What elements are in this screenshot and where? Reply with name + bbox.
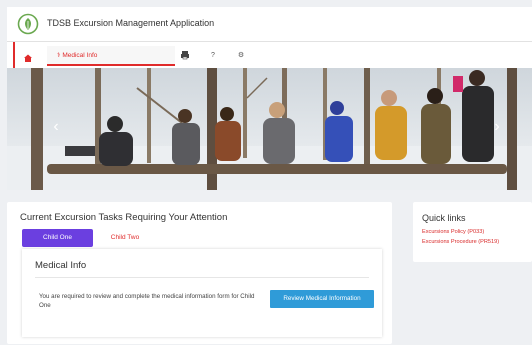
tab-child-one[interactable]: Child One [22,229,93,247]
navbar-accent-bar [13,42,15,70]
app-header: TDSB Excursion Management Application [7,7,532,42]
home-icon[interactable] [23,50,33,62]
chevron-right-icon[interactable]: › [488,118,506,136]
tasks-title: Current Excursion Tasks Requiring Your A… [20,212,228,223]
quick-link-excursions-procedure[interactable]: Excursions Procedure (PR519) [422,239,499,245]
tab-child-two[interactable]: Child Two [95,229,155,247]
hero-photo [7,68,532,190]
review-medical-information-button[interactable]: Review Medical Information [270,290,374,308]
medical-info-title: Medical Info [35,260,87,271]
help-icon[interactable]: ? [207,50,219,62]
tasks-panel: Current Excursion Tasks Requiring Your A… [7,202,392,344]
chevron-left-icon[interactable]: ‹ [47,118,65,136]
main-navbar: ⚕ Medical Info ? ⚙ [7,42,532,71]
tdsb-leaf-logo-icon[interactable] [17,13,39,35]
print-icon[interactable] [179,50,191,62]
app-title: TDSB Excursion Management Application [47,18,215,28]
hero-carousel: ‹ › [7,68,532,190]
medical-info-card: Medical Info You are required to review … [22,249,382,337]
quick-links-panel: Quick links Excursions Policy (P033) Exc… [413,202,532,262]
tab-medical-info[interactable]: ⚕ Medical Info [47,46,175,66]
quick-links-title: Quick links [422,213,466,223]
quick-link-excursions-policy[interactable]: Excursions Policy (P033) [422,229,484,235]
card-divider [35,277,369,278]
tab-medical-info-label: Medical Info [62,52,98,59]
settings-icon[interactable]: ⚙ [235,50,247,62]
medical-info-message: You are required to review and complete … [39,293,255,309]
